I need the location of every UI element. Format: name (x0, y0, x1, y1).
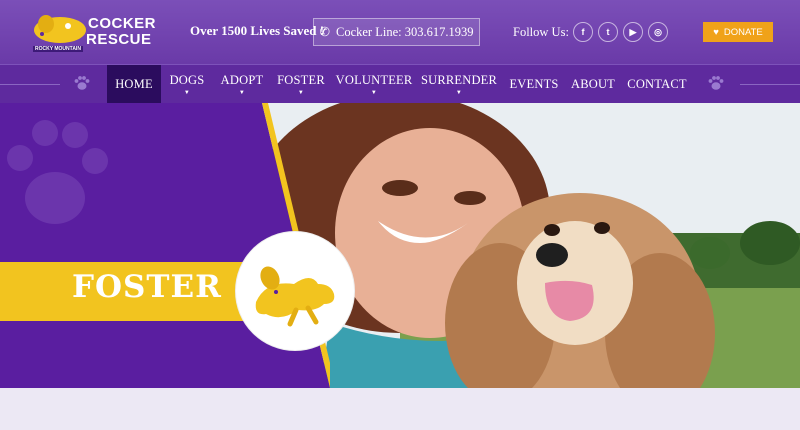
chevron-down-icon: ▼ (183, 89, 191, 96)
donate-button[interactable]: ♥ DONATE (703, 22, 773, 42)
foster-badge (236, 232, 354, 350)
logo-tagline: ROCKY MOUNTAIN (33, 46, 83, 52)
nav-label-events: EVENTS (509, 76, 559, 91)
nav-divider-left (0, 84, 60, 85)
cocker-line-label: Cocker Line: 303.617.1939 (336, 24, 474, 39)
main-navigation: HOME DOGS ▼ ADOPT ▼ FOSTER ▼ VOLUNTEER ▼… (0, 64, 800, 103)
nav-label-dogs: DOGS (169, 72, 205, 87)
heart-icon: ♥ (713, 26, 719, 38)
nav-label-contact: CONTACT (627, 76, 687, 91)
nav-item-home[interactable]: HOME (107, 65, 161, 103)
twitter-icon[interactable]: t (598, 22, 618, 42)
jumping-dog-icon (255, 266, 335, 327)
cocker-line-button[interactable]: ✆ Cocker Line: 303.617.1939 (313, 18, 480, 46)
follow-us-label: Follow Us: (513, 25, 569, 39)
paw-icon-left (74, 76, 90, 90)
nav-item-about[interactable]: ABOUT (570, 65, 616, 103)
nav-label-surrender: SURRENDER (420, 72, 498, 87)
nav-item-contact[interactable]: CONTACT (627, 65, 687, 103)
nav-label-about: ABOUT (570, 76, 616, 91)
top-header: COCKER RESCUE ROCKY MOUNTAIN Over 1500 L… (0, 0, 800, 64)
nav-item-events[interactable]: EVENTS (507, 65, 561, 103)
site-logo[interactable]: COCKER RESCUE ROCKY MOUNTAIN (30, 12, 157, 54)
nav-item-surrender[interactable]: SURRENDER ▼ (420, 65, 498, 103)
hero-banner: FOSTER (0, 103, 800, 388)
donate-label: DONATE (723, 26, 763, 38)
logo-word-rescue: RESCUE (86, 31, 152, 48)
nav-item-foster[interactable]: FOSTER ▼ (276, 65, 326, 103)
nav-label-volunteer: VOLUNTEER (335, 72, 413, 87)
instagram-icon[interactable]: ◎ (648, 22, 668, 42)
chevron-down-icon: ▼ (238, 89, 246, 96)
nav-label-foster: FOSTER (277, 72, 325, 87)
phone-icon: ✆ (319, 25, 330, 39)
chevron-down-icon: ▼ (370, 89, 378, 96)
cocker-logo-icon (34, 15, 86, 43)
lives-saved-text: Over 1500 Lives Saved ! (190, 23, 325, 38)
page-title: FOSTER (72, 269, 222, 305)
paw-icon-right (708, 76, 724, 90)
page-content-area (0, 388, 800, 430)
chevron-down-icon: ▼ (455, 89, 463, 96)
nav-label-adopt: ADOPT (220, 72, 264, 87)
facebook-icon[interactable]: f (573, 22, 593, 42)
nav-item-adopt[interactable]: ADOPT ▼ (218, 65, 266, 103)
logo-word-cocker: COCKER (88, 15, 157, 32)
youtube-icon[interactable]: ▶ (623, 22, 643, 42)
chevron-down-icon: ▼ (297, 89, 305, 96)
nav-item-dogs[interactable]: DOGS ▼ (166, 65, 208, 103)
nav-label-home: HOME (115, 76, 153, 91)
nav-divider-right (740, 84, 800, 85)
nav-item-volunteer[interactable]: VOLUNTEER ▼ (335, 65, 413, 103)
